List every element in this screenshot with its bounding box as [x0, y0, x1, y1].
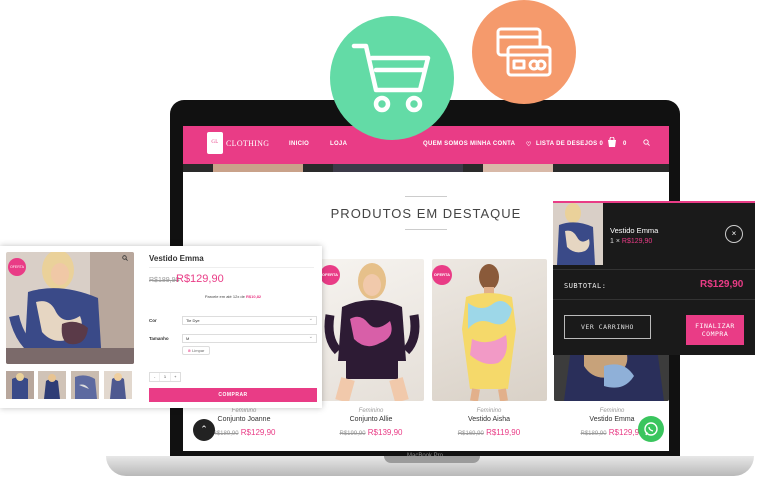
sale-badge: OFERTA	[320, 265, 340, 285]
old-price: R$189,90	[212, 431, 239, 437]
product-image[interactable]: OFERTA	[432, 259, 547, 401]
search-icon[interactable]	[643, 139, 650, 148]
close-icon: ⊗	[187, 348, 191, 353]
product-thumbnail[interactable]	[71, 371, 99, 399]
product-title: Vestido Emma	[149, 254, 204, 263]
heart-icon[interactable]: ♡	[526, 141, 532, 148]
nav-item-quem-somos[interactable]: QUEM SOMOS	[423, 141, 468, 147]
chevron-up-icon[interactable]: ⌃	[193, 419, 215, 441]
sale-badge: OFERTA	[8, 258, 26, 276]
close-icon[interactable]: ×	[725, 225, 743, 243]
subtotal-value: R$129,90	[700, 279, 744, 290]
laptop-notch	[384, 456, 480, 463]
qty-value[interactable]: 1	[160, 373, 171, 381]
cart-item-qty: 1 ×	[610, 238, 620, 245]
shopping-cart-icon	[330, 16, 454, 140]
checkout-button[interactable]: FINALIZAR COMPRA	[686, 315, 744, 345]
logo-text: CLOTHING	[226, 138, 270, 148]
product-image[interactable]: OFERTA	[320, 259, 424, 401]
product-price: R$169,90 R$119,90	[434, 428, 544, 437]
clear-label: Limpar	[192, 348, 205, 353]
size-select[interactable]: M	[182, 334, 317, 343]
promo-stage: GL CLOTHING INICIO LOJA QUEM SOMOS MINHA…	[0, 0, 768, 488]
whatsapp-icon[interactable]	[638, 416, 664, 442]
navbar: GL CLOTHING INICIO LOJA QUEM SOMOS MINHA…	[183, 126, 669, 164]
color-select[interactable]: Tie Dye	[182, 316, 317, 325]
old-price: R$169,90	[457, 431, 484, 437]
cart-icon[interactable]	[607, 136, 617, 150]
cart-item-price: R$129,90	[621, 238, 653, 245]
buy-button[interactable]: COMPRAR	[149, 388, 317, 402]
sale-badge: OFERTA	[432, 265, 452, 285]
product-category: Feminino	[599, 408, 625, 414]
sale-price: R$139,90	[367, 428, 403, 437]
sale-price: R$129,90	[240, 428, 276, 437]
credit-card-icon	[472, 0, 576, 104]
product-thumbnail[interactable]	[38, 371, 66, 399]
product-category: Feminino	[358, 408, 384, 414]
quantity-stepper[interactable]: - 1 +	[149, 372, 181, 382]
mini-cart-panel: Vestido Emma 1 × R$129,90 × SUBTOTAL: R$…	[553, 201, 755, 355]
title-divider-bottom	[405, 229, 447, 230]
nav-item-loja[interactable]: LOJA	[330, 141, 347, 147]
installments-text: Parcele em até 12x de R$10,82	[149, 294, 317, 299]
clear-selection-button[interactable]: ⊗ Limpar	[182, 346, 210, 355]
hero-banner-strip	[183, 164, 669, 172]
store-logo[interactable]: GL CLOTHING	[207, 132, 269, 154]
product-detail-panel: OFERTA Vestido Emma R$189,90 R$129,90 Pa…	[0, 246, 322, 408]
cart-item-qty-price: 1 × R$129,90	[610, 238, 652, 245]
view-cart-button[interactable]: VER CARRINHO	[564, 315, 651, 339]
cart-item-image[interactable]	[553, 203, 603, 265]
size-label: Tamanho	[149, 336, 169, 341]
product-name[interactable]: Vestido Aisha	[434, 416, 544, 423]
sale-price: R$129,90	[176, 273, 224, 285]
product-price: R$199,90 R$139,90	[316, 428, 426, 437]
divider	[553, 269, 755, 270]
cart-item-name[interactable]: Vestido Emma	[610, 226, 658, 235]
installments-prefix: Parcele em até 12x de	[204, 294, 245, 299]
qty-plus-button[interactable]: +	[171, 373, 180, 381]
divider	[553, 299, 755, 300]
old-price: R$189,90	[580, 431, 607, 437]
bag-icon: GL	[207, 132, 223, 154]
subtotal-label: SUBTOTAL:	[564, 282, 607, 290]
nav-item-inicio[interactable]: INICIO	[289, 141, 309, 147]
nav-item-wishlist[interactable]: LISTA DE DESEJOS 0	[536, 141, 603, 147]
old-price: R$189,90	[149, 277, 180, 284]
title-divider-top	[405, 196, 447, 197]
product-thumbnail[interactable]	[104, 371, 132, 399]
nav-item-minha-conta[interactable]: MINHA CONTA	[470, 141, 515, 147]
product-category: Feminino	[476, 408, 502, 414]
qty-minus-button[interactable]: -	[150, 373, 161, 381]
zoom-icon[interactable]	[122, 255, 128, 263]
color-label: Cor	[149, 318, 157, 323]
divider	[149, 267, 314, 268]
product-thumbnail[interactable]	[6, 371, 34, 399]
old-price: R$199,90	[339, 431, 366, 437]
installments-value: R$10,82	[246, 294, 262, 299]
sale-price: R$119,90	[486, 428, 521, 437]
product-category: Feminino	[231, 408, 257, 414]
cart-count: 0	[623, 141, 627, 147]
product-name[interactable]: Conjunto Allie	[316, 416, 426, 423]
